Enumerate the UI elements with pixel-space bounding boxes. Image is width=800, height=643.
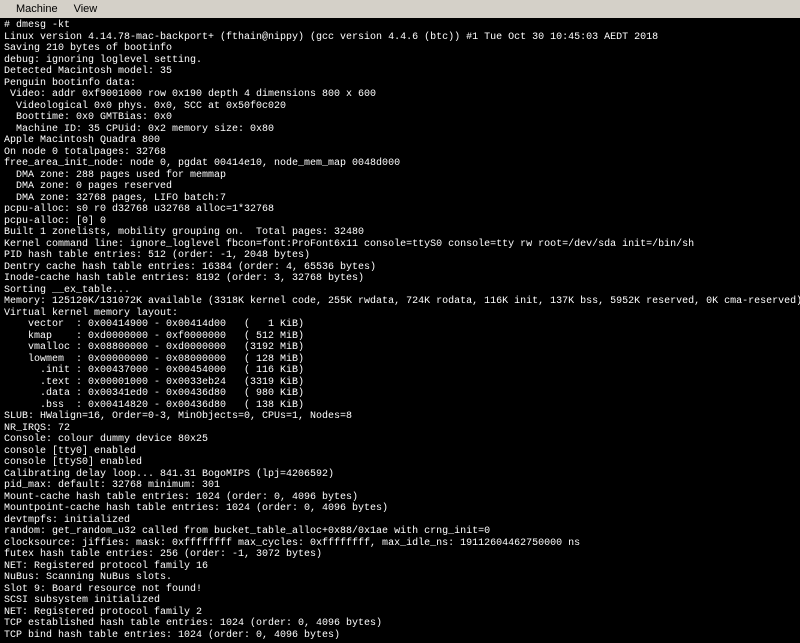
menubar: Machine View <box>0 0 800 18</box>
menu-view[interactable]: View <box>66 2 106 16</box>
terminal-output: # dmesg -kt Linux version 4.14.78-mac-ba… <box>0 18 800 643</box>
menu-machine[interactable]: Machine <box>8 2 66 16</box>
